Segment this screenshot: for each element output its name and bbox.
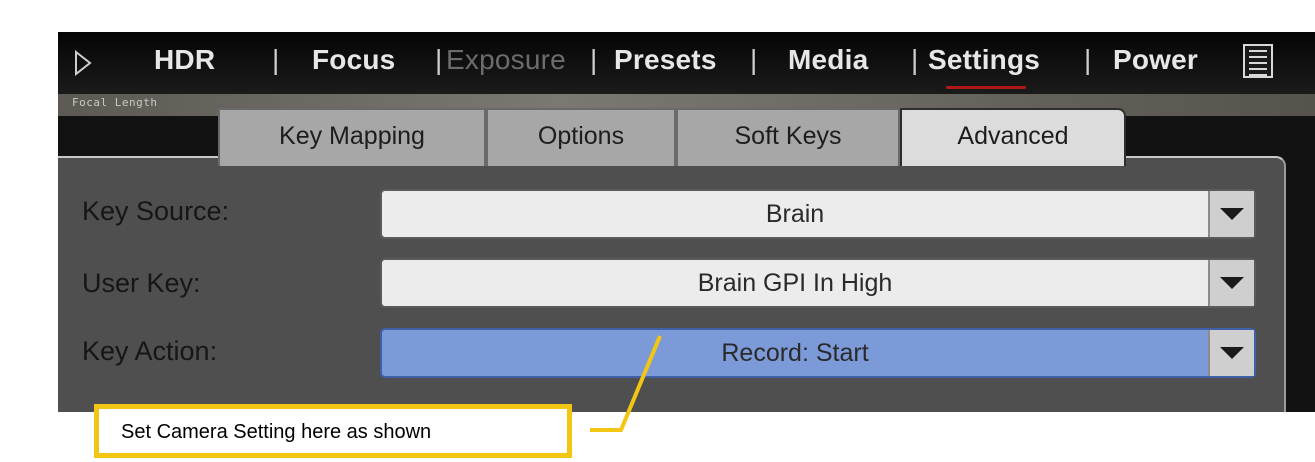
callout-text: Set Camera Setting here as shown xyxy=(121,421,432,443)
callout-box: Set Camera Setting here as shown xyxy=(94,404,572,458)
callout-leader-line xyxy=(590,335,662,432)
